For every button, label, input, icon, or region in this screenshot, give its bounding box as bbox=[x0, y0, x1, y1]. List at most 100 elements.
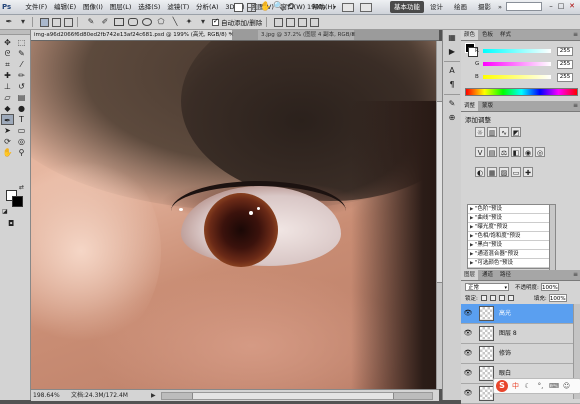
brushes-panel-icon[interactable]: ✎ bbox=[444, 98, 460, 110]
shape-layers-icon[interactable] bbox=[40, 17, 49, 27]
eye-icon[interactable]: 👁 bbox=[463, 348, 473, 358]
path-select-tool-icon[interactable]: ➤ bbox=[1, 125, 14, 136]
background-color-swatch[interactable] bbox=[12, 196, 23, 207]
tab-layers[interactable]: 图层 bbox=[461, 270, 479, 280]
color-slider[interactable] bbox=[483, 62, 551, 66]
tab-channels[interactable]: 通道 bbox=[479, 270, 496, 280]
panel-menu-icon[interactable]: ≡ bbox=[573, 270, 578, 280]
preset-item[interactable]: "色相/饱和度"预设 bbox=[468, 232, 550, 241]
swap-colors-icon[interactable]: ⇄ bbox=[19, 182, 24, 193]
rectangle-shape-icon[interactable] bbox=[114, 18, 124, 26]
eraser-tool-icon[interactable]: ▱ bbox=[1, 92, 14, 103]
punctuation-icon[interactable]: °, bbox=[536, 382, 545, 391]
color-spectrum-bar[interactable] bbox=[465, 88, 578, 96]
preset-item[interactable]: "通道混合器"预设 bbox=[468, 250, 550, 259]
status-menu-arrow-icon[interactable]: ▶ bbox=[151, 390, 156, 401]
hand-tool-icon[interactable]: ✋ bbox=[260, 2, 271, 12]
color-value-input[interactable]: 255 bbox=[557, 59, 573, 69]
blend-mode-select[interactable]: 正常 bbox=[465, 282, 509, 292]
color-value-input[interactable]: 255 bbox=[557, 72, 573, 82]
rounded-rectangle-icon[interactable] bbox=[128, 18, 138, 26]
quick-select-tool-icon[interactable]: ✎ bbox=[15, 48, 28, 59]
history-panel-icon[interactable]: ▦ bbox=[444, 32, 460, 44]
workspace-more[interactable]: » bbox=[494, 1, 506, 13]
paths-icon[interactable] bbox=[52, 17, 61, 27]
launch-bridge-icon[interactable] bbox=[234, 2, 243, 12]
close-tab-icon[interactable]: × bbox=[229, 30, 234, 40]
ellipse-shape-icon[interactable] bbox=[142, 18, 152, 26]
3d-orbit-tool-icon[interactable]: ◎ bbox=[15, 136, 28, 147]
exclude-path-icon[interactable] bbox=[310, 17, 320, 27]
default-colors-icon[interactable]: ◪ bbox=[2, 206, 8, 217]
subtract-path-icon[interactable] bbox=[286, 17, 296, 27]
hand-tool-icon[interactable]: ✋ bbox=[1, 147, 14, 158]
status-zoom[interactable]: 198.64% bbox=[33, 390, 60, 401]
dodge-tool-icon[interactable]: ● bbox=[15, 103, 28, 114]
menu-select[interactable]: 选择(S) bbox=[135, 0, 164, 14]
image-canvas[interactable] bbox=[31, 41, 436, 389]
ime-mode-label[interactable]: 中 bbox=[512, 380, 519, 392]
tab-masks[interactable]: 蒙版 bbox=[479, 101, 496, 111]
menu-analysis[interactable]: 分析(A) bbox=[193, 0, 222, 14]
horizontal-scrollbar[interactable] bbox=[161, 392, 433, 400]
history-brush-tool-icon[interactable]: ↺ bbox=[15, 81, 28, 92]
color-slider[interactable] bbox=[483, 75, 551, 79]
panel-menu-icon[interactable]: ≡ bbox=[573, 101, 578, 111]
pen-icon[interactable]: ✎ bbox=[86, 17, 96, 27]
pen-tool-icon[interactable]: ✒ bbox=[1, 114, 14, 125]
lock-position-icon[interactable] bbox=[498, 294, 505, 301]
type-tool-icon[interactable]: T bbox=[15, 114, 28, 125]
eyedropper-tool-icon[interactable]: ⁄ bbox=[15, 59, 28, 70]
arrange-documents-icon[interactable] bbox=[342, 2, 355, 12]
tab-paths[interactable]: 路径 bbox=[497, 270, 514, 280]
freeform-pen-icon[interactable]: ✐ bbox=[100, 17, 110, 27]
move-tool-icon[interactable]: ✥ bbox=[1, 37, 14, 48]
selective-color-icon[interactable]: ✚ bbox=[523, 167, 533, 177]
blur-tool-icon[interactable]: ◆ bbox=[1, 103, 14, 114]
levels-icon[interactable]: ▥ bbox=[487, 127, 497, 137]
color-balance-icon[interactable]: ⚖ bbox=[499, 147, 509, 157]
lock-transparency-icon[interactable] bbox=[480, 294, 487, 301]
preset-item[interactable]: "曝光度"预设 bbox=[468, 223, 550, 232]
layer-row[interactable]: 👁 修饰 bbox=[461, 344, 580, 364]
keyboard-icon[interactable]: ⌨ bbox=[549, 382, 559, 391]
workspace-photography[interactable]: 摄影 bbox=[474, 1, 495, 13]
marquee-tool-icon[interactable]: ⬚ bbox=[15, 37, 28, 48]
layer-row[interactable]: 👁 图层 8 bbox=[461, 324, 580, 344]
pen-tool-icon[interactable]: ✒ bbox=[4, 17, 14, 27]
character-panel-icon[interactable]: A bbox=[444, 65, 460, 77]
lasso-tool-icon[interactable]: ᘓ bbox=[1, 48, 14, 59]
user-icon[interactable]: ☺ bbox=[562, 382, 571, 391]
document-tab-inactive[interactable]: 3.jpg @ 37.2% (图层 4 副本, RGB/8) bbox=[258, 30, 354, 40]
clone-stamp-tool-icon[interactable]: ⊥ bbox=[1, 81, 14, 92]
panel-menu-icon[interactable]: ≡ bbox=[573, 30, 578, 40]
eye-icon[interactable]: 👁 bbox=[463, 328, 473, 338]
quick-mask-icon[interactable]: ◘ bbox=[8, 218, 14, 229]
menu-filter[interactable]: 滤镜(T) bbox=[164, 0, 193, 14]
eye-icon[interactable]: 👁 bbox=[463, 388, 473, 398]
workspace-design[interactable]: 设计 bbox=[426, 1, 447, 13]
crop-tool-icon[interactable]: ⌗ bbox=[1, 59, 14, 70]
brightness-contrast-icon[interactable]: ☼ bbox=[475, 127, 485, 137]
auto-add-delete-checkbox[interactable] bbox=[212, 17, 219, 26]
preset-item[interactable]: "曲线"预设 bbox=[468, 214, 550, 223]
screen-mode-icon[interactable] bbox=[360, 2, 373, 12]
eye-icon[interactable]: 👁 bbox=[463, 308, 473, 318]
workspace-essentials[interactable]: 基本功能 bbox=[390, 1, 424, 13]
layer-row[interactable]: 👁 高光 bbox=[461, 304, 580, 324]
close-tab-icon[interactable]: × bbox=[351, 30, 356, 40]
healing-tool-icon[interactable]: ✚ bbox=[1, 70, 14, 81]
hue-saturation-icon[interactable]: ▤ bbox=[487, 147, 497, 157]
tab-adjustments[interactable]: 调整 bbox=[461, 101, 479, 111]
chevron-down-icon[interactable]: ▾ bbox=[333, 4, 336, 11]
photo-filter-icon[interactable]: ◉ bbox=[523, 147, 533, 157]
document-tab-active[interactable]: img-a96d2066f6d80ed2fb742e13af24c681.psd… bbox=[31, 30, 232, 40]
shape-tool-icon[interactable]: ▭ bbox=[15, 125, 28, 136]
menu-image[interactable]: 图像(I) bbox=[80, 0, 107, 14]
posterize-icon[interactable]: ▦ bbox=[487, 167, 497, 177]
vibrance-icon[interactable]: V bbox=[475, 147, 485, 157]
black-white-icon[interactable]: ◧ bbox=[511, 147, 521, 157]
gradient-map-icon[interactable]: ▭ bbox=[511, 167, 521, 177]
rotate-view-icon[interactable]: ⟲ bbox=[286, 2, 295, 12]
tab-styles[interactable]: 样式 bbox=[497, 30, 514, 40]
